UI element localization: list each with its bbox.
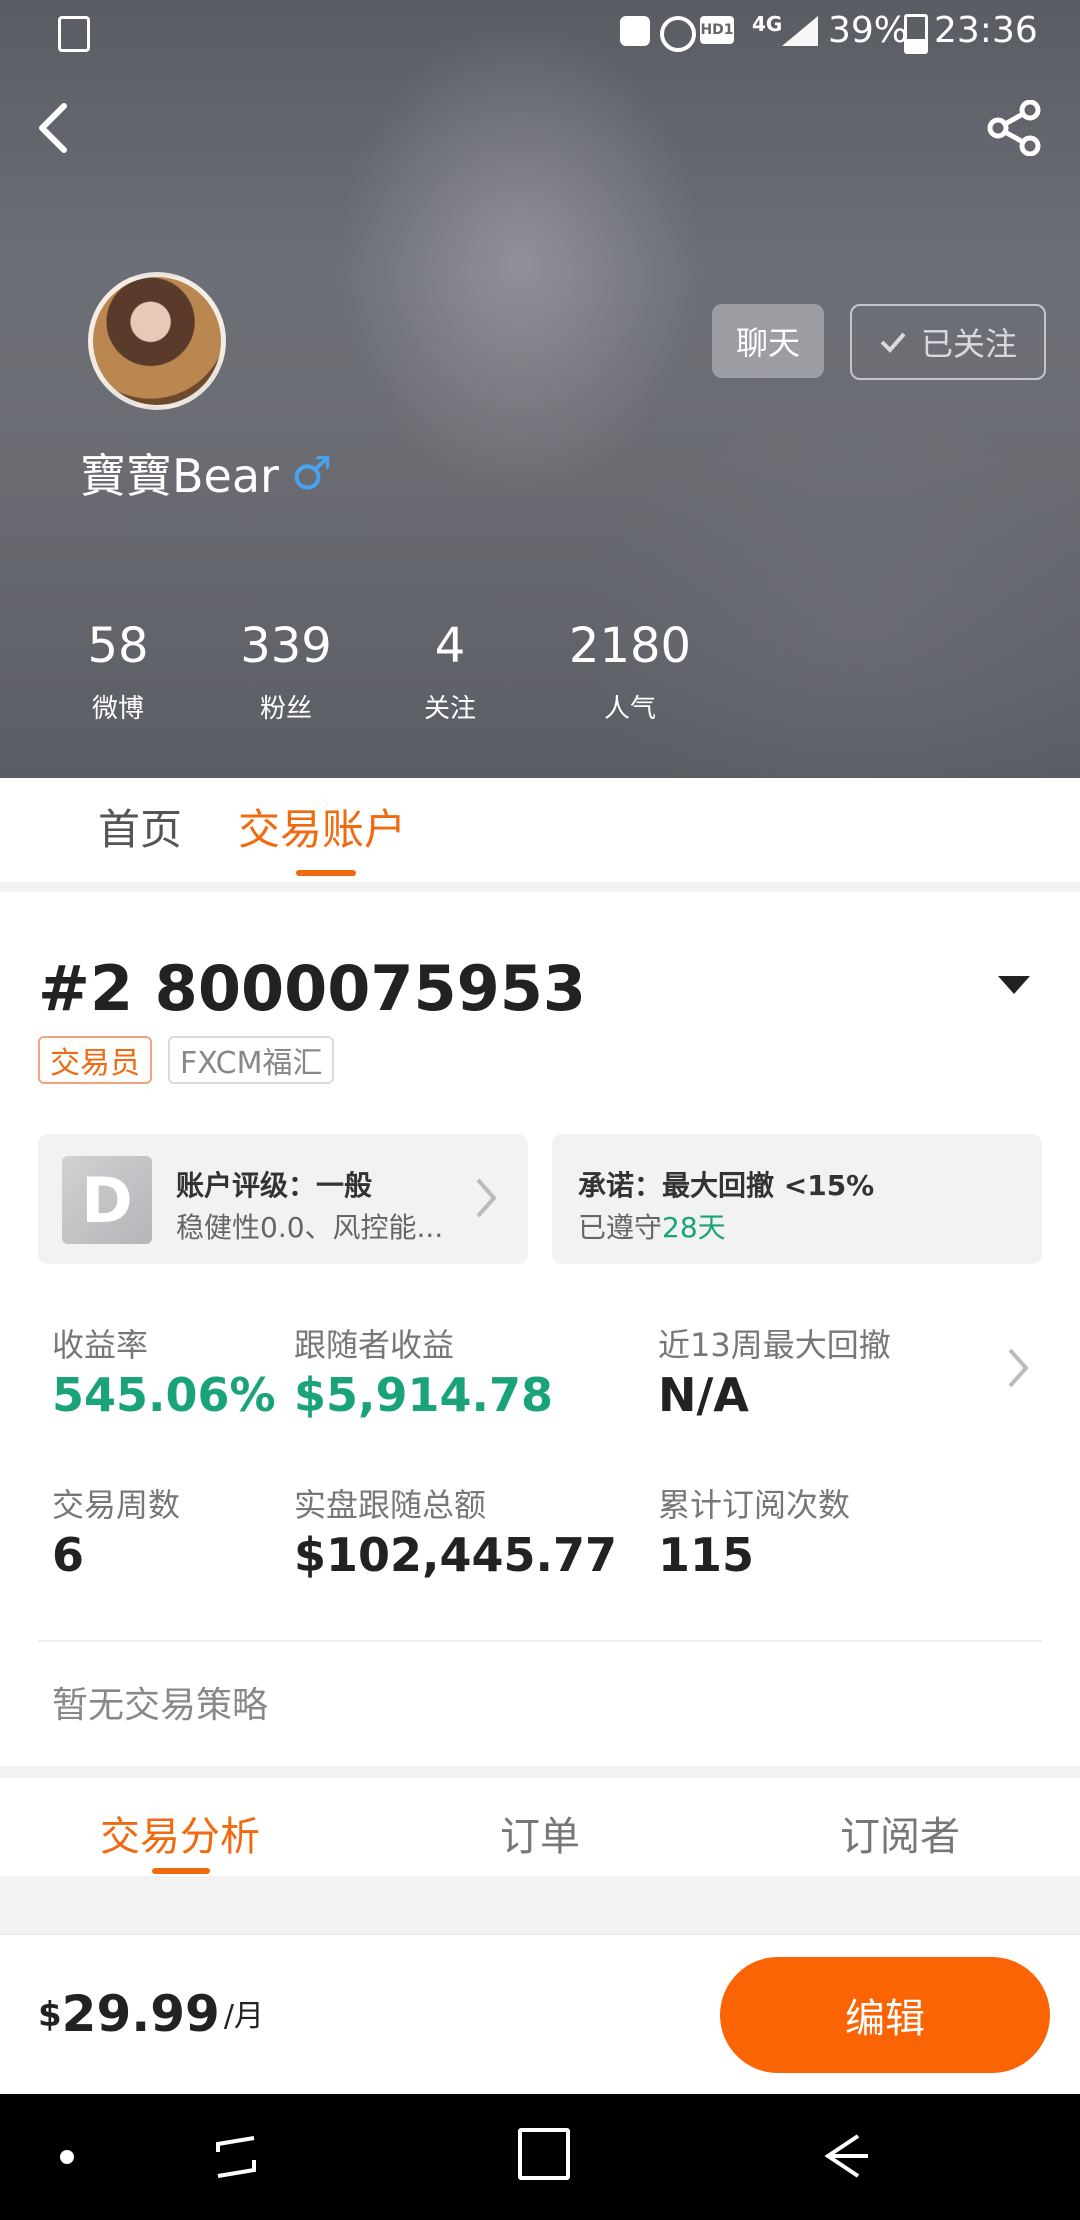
active-tab-indicator	[296, 870, 356, 876]
status-bar: HD1 4G 39% 23:36	[0, 0, 1080, 64]
back-arrow-icon[interactable]	[34, 100, 74, 156]
chat-button-label: 聊天	[735, 324, 800, 362]
price-amount: 29.99	[61, 1985, 220, 2043]
analysis-tabs: 交易分析 订单 订阅者	[0, 1778, 1080, 1876]
stat-fans[interactable]: 339 粉丝	[226, 618, 346, 725]
metric-value-trading-weeks: 6	[52, 1528, 85, 1582]
stat-label: 人气	[603, 694, 656, 724]
tag-trader: 交易员	[38, 1036, 152, 1084]
stat-weibo[interactable]: 58 微博	[58, 618, 178, 725]
following-button[interactable]: 已关注	[850, 304, 1046, 380]
edit-button-label: 编辑	[845, 1996, 925, 2042]
username-text: 寶寶Bear	[80, 449, 279, 503]
caret-down-icon[interactable]	[998, 976, 1030, 994]
following-button-label: 已关注	[920, 325, 1017, 363]
profile-tabs: 首页 交易账户	[0, 778, 1080, 882]
metric-value-return: 545.06%	[52, 1368, 276, 1422]
stat-label: 粉丝	[259, 694, 312, 724]
metric-label-follow-total: 实盘跟随总额	[294, 1486, 487, 1524]
chevron-right-icon	[474, 1176, 498, 1224]
account-title: #2 8000075953	[38, 952, 587, 1025]
tag-broker: FXCM福汇	[168, 1036, 335, 1084]
clock: 23:36	[934, 10, 1038, 51]
stat-following[interactable]: 4 关注	[390, 618, 510, 725]
network-type: 4G	[752, 12, 783, 36]
battery-percent: 39%	[828, 10, 909, 51]
rating-subtitle: 稳健性0.0、风控能...	[176, 1211, 444, 1244]
active-tab-indicator	[152, 1868, 210, 1874]
promise-status: 已遵守28天	[578, 1206, 726, 1246]
signal-icon	[782, 16, 818, 46]
home-icon[interactable]	[518, 2128, 570, 2180]
hd-voice-icon: HD1	[700, 16, 734, 44]
metric-label-follower-profit: 跟随者收益	[294, 1326, 455, 1364]
recents-icon[interactable]	[210, 2130, 270, 2190]
battery-icon	[904, 14, 928, 54]
chevron-right-icon[interactable]	[1006, 1346, 1030, 1394]
tab-home[interactable]: 首页	[98, 796, 182, 857]
nav-dot-icon[interactable]	[60, 2150, 74, 2164]
tab-trading-account[interactable]: 交易账户	[238, 796, 406, 857]
data-transfer-icon	[620, 16, 650, 46]
subscription-price: $ 29.99 /月	[38, 1985, 264, 2043]
no-strategy-text: 暂无交易策略	[52, 1685, 269, 1726]
share-icon[interactable]	[986, 99, 1042, 157]
promise-box: 承诺：最大回撤 <15% 已遵守28天	[552, 1134, 1042, 1264]
metric-value-follower-profit: $5,914.78	[294, 1368, 553, 1422]
metric-value-follow-total: $102,445.77	[294, 1528, 618, 1582]
rating-badge: D	[62, 1156, 152, 1244]
metric-label-trading-weeks: 交易周数	[52, 1486, 181, 1524]
profile-header: HD1 4G 39% 23:36 寶寶Bear ♂ 聊天 已关注 58 微博 3…	[0, 0, 1080, 778]
promise-days: 28天	[662, 1211, 726, 1244]
male-gender-icon: ♂	[290, 446, 333, 500]
screenshot-notification-icon	[58, 16, 90, 52]
edit-button[interactable]: 编辑	[720, 1957, 1050, 2073]
alarm-icon	[660, 16, 696, 52]
stat-value: 339	[240, 618, 332, 674]
metric-value-subscriptions: 115	[658, 1528, 755, 1582]
system-nav-bar	[0, 2094, 1080, 2220]
price-currency: $	[38, 1995, 62, 2035]
tab-trade-analysis[interactable]: 交易分析	[0, 1804, 360, 1862]
rating-title: 账户评级：一般	[176, 1169, 373, 1202]
rating-box[interactable]: D 账户评级：一般 稳健性0.0、风控能...	[38, 1134, 528, 1264]
metric-label-max-drawdown: 近13周最大回撤	[658, 1326, 891, 1364]
account-card: #2 8000075953 交易员 FXCM福汇 D 账户评级：一般 稳健性0.…	[0, 892, 1080, 1766]
stat-popularity[interactable]: 2180 人气	[560, 618, 700, 725]
stat-label: 微博	[91, 694, 144, 724]
divider	[38, 1640, 1042, 1642]
promise-prefix: 已遵守	[578, 1211, 663, 1244]
chat-button[interactable]: 聊天	[712, 304, 824, 378]
price-period: /月	[223, 1999, 264, 2034]
stat-value: 58	[87, 618, 149, 674]
promise-title: 承诺：最大回撤 <15%	[578, 1169, 875, 1202]
subscription-bar: $ 29.99 /月 编辑	[0, 1934, 1080, 2095]
stat-label: 关注	[423, 694, 476, 724]
check-icon	[879, 323, 907, 361]
stat-value: 2180	[568, 618, 692, 674]
back-icon[interactable]	[818, 2128, 874, 2188]
username: 寶寶Bear ♂	[80, 440, 332, 506]
stat-value: 4	[434, 618, 466, 674]
metric-label-return: 收益率	[52, 1326, 149, 1364]
tab-orders[interactable]: 订单	[360, 1804, 720, 1862]
avatar[interactable]	[88, 272, 226, 410]
tab-subscribers[interactable]: 订阅者	[720, 1804, 1080, 1862]
metric-value-max-drawdown: N/A	[658, 1368, 749, 1422]
metric-label-subscriptions: 累计订阅次数	[658, 1486, 851, 1524]
